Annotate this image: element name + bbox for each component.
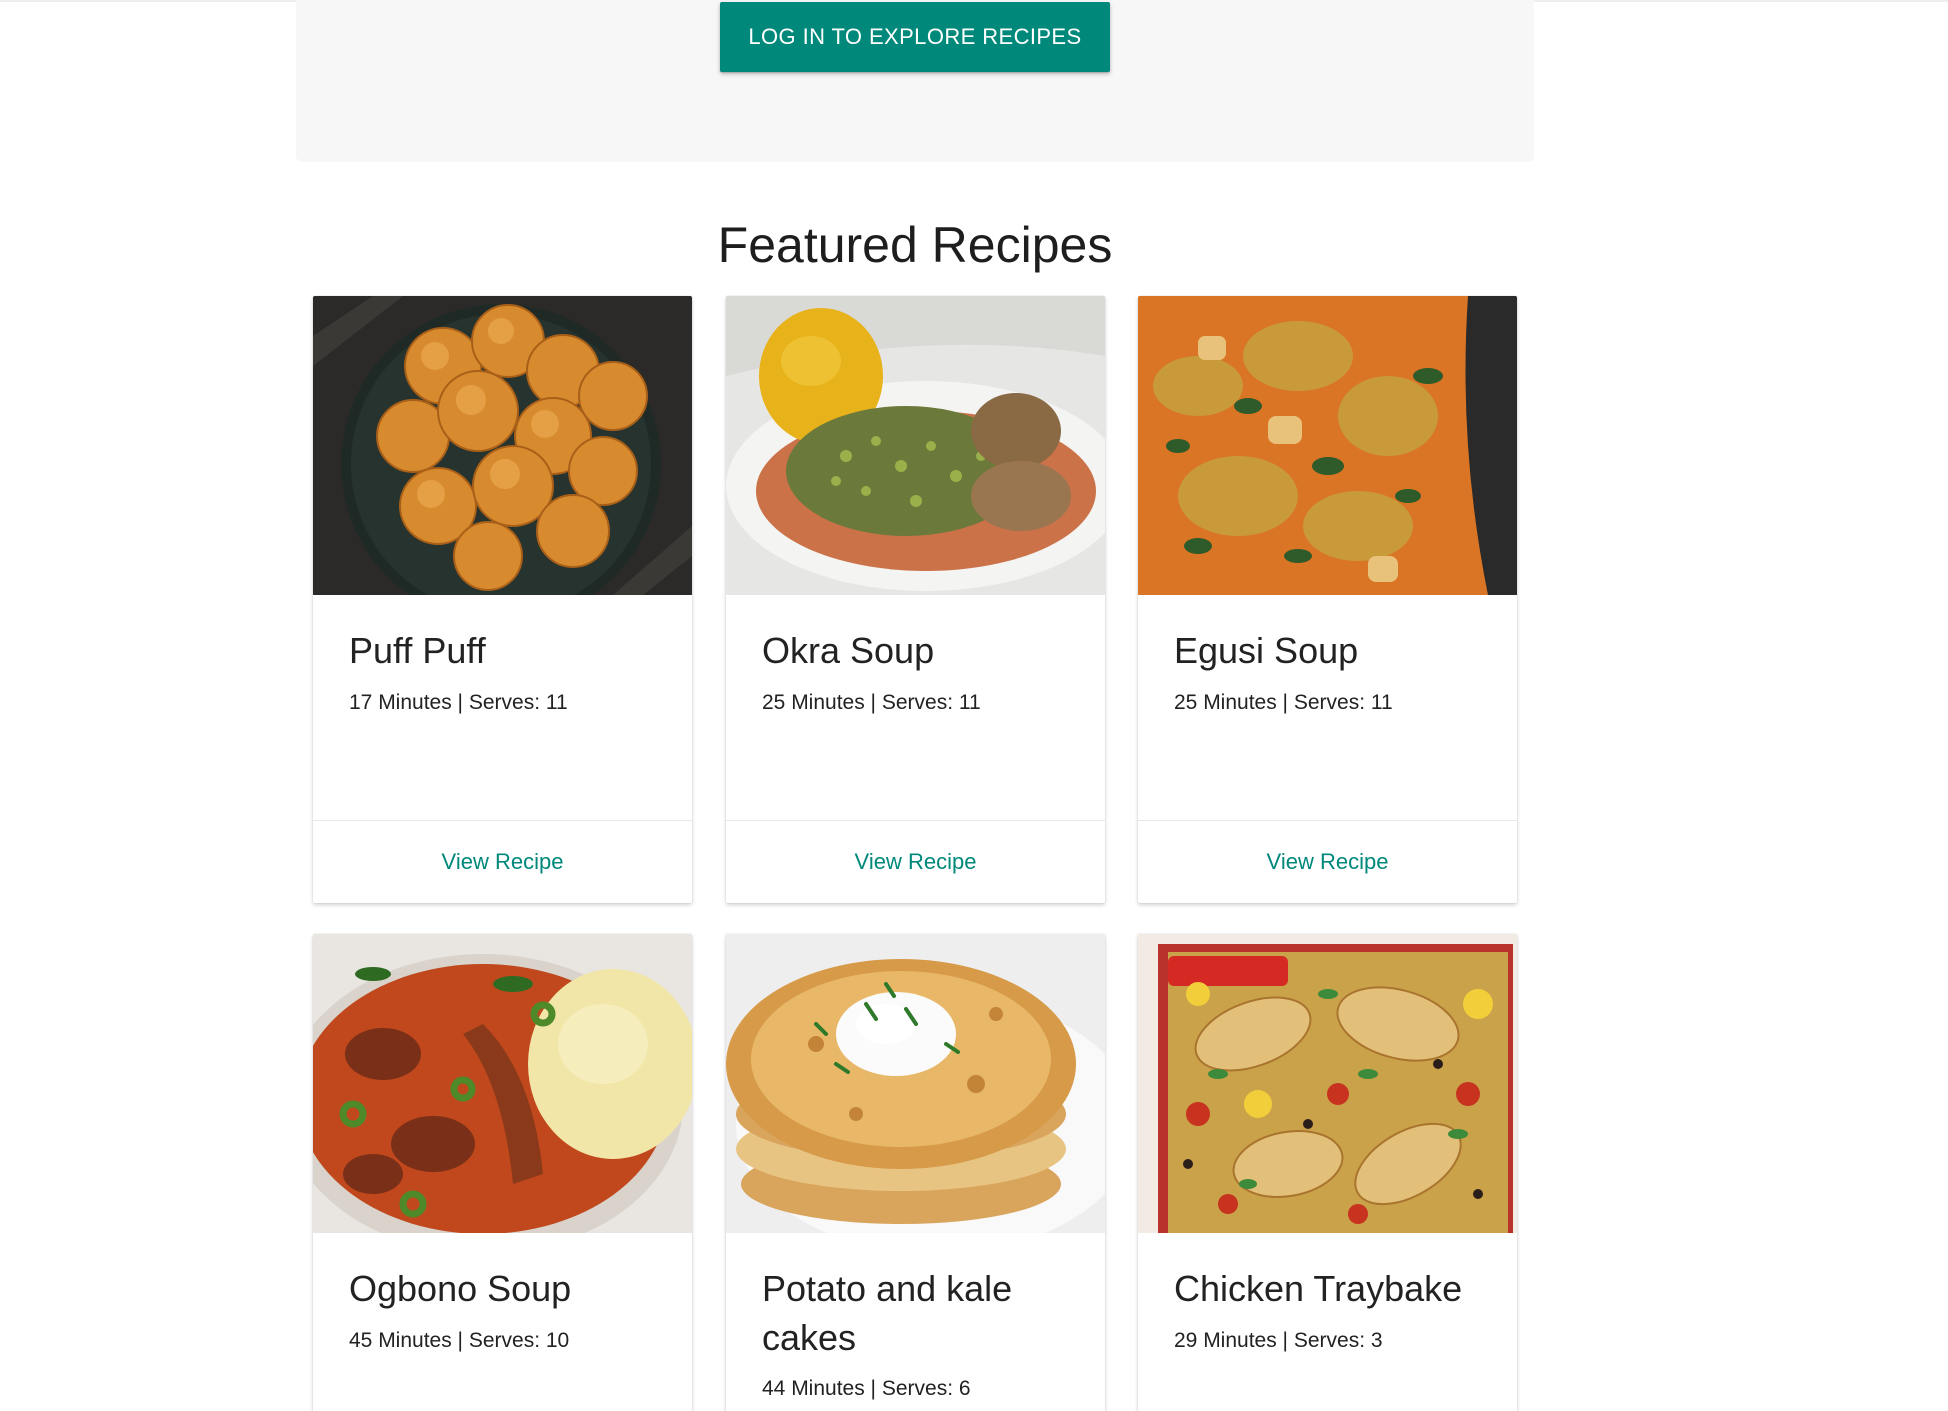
recipe-title: Potato and kale cakes — [762, 1268, 1013, 1358]
card-action-bar: View Recipe — [1138, 820, 1517, 903]
recipe-title: Ogbono Soup — [349, 1268, 572, 1309]
recipe-card: Ogbono Soup 45 Minutes | Serves: 10 — [313, 934, 692, 1411]
recipe-meta: 17 Minutes | Serves: 11 — [349, 691, 568, 714]
recipe-title: Okra Soup — [762, 630, 935, 671]
login-to-explore-button[interactable]: LOG IN TO EXPLORE RECIPES — [720, 2, 1110, 72]
featured-recipes-heading: Featured Recipes — [717, 217, 1113, 273]
recipe-title: Egusi Soup — [1174, 630, 1359, 671]
view-recipe-link[interactable]: View Recipe — [855, 849, 977, 875]
page: LOG IN TO EXPLORE RECIPES Featured Recip… — [0, 0, 1948, 1411]
recipe-meta: 44 Minutes | Serves: 6 — [762, 1377, 971, 1400]
recipe-image-puff-puff[interactable] — [313, 296, 692, 595]
recipe-image-egusi-soup[interactable] — [1138, 296, 1517, 595]
card-action-bar: View Recipe — [726, 820, 1105, 903]
view-recipe-link[interactable]: View Recipe — [1267, 849, 1389, 875]
recipe-title: Chicken Traybake — [1174, 1268, 1463, 1309]
recipe-card: Potato and kale cakes 44 Minutes | Serve… — [726, 934, 1105, 1411]
recipe-meta: 45 Minutes | Serves: 10 — [349, 1329, 570, 1352]
recipe-title: Puff Puff — [349, 630, 486, 671]
recipe-card: Puff Puff 17 Minutes | Serves: 11 View R… — [313, 296, 692, 903]
recipe-image-chicken-traybake[interactable] — [1138, 934, 1517, 1233]
recipe-meta: 25 Minutes | Serves: 11 — [1174, 691, 1393, 714]
card-action-bar: View Recipe — [313, 820, 692, 903]
recipe-image-potato-and-kale-cakes[interactable] — [726, 934, 1105, 1233]
recipe-image-ogbono-soup[interactable] — [313, 934, 692, 1233]
recipe-card: Egusi Soup 25 Minutes | Serves: 11 View … — [1138, 296, 1517, 903]
recipe-meta: 25 Minutes | Serves: 11 — [762, 691, 981, 714]
recipe-card: Okra Soup 25 Minutes | Serves: 11 View R… — [726, 296, 1105, 903]
view-recipe-link[interactable]: View Recipe — [442, 849, 564, 875]
recipe-meta: 29 Minutes | Serves: 3 — [1174, 1329, 1383, 1352]
recipe-image-okra-soup[interactable] — [726, 296, 1105, 595]
recipe-card: Chicken Traybake 29 Minutes | Serves: 3 — [1138, 934, 1517, 1411]
